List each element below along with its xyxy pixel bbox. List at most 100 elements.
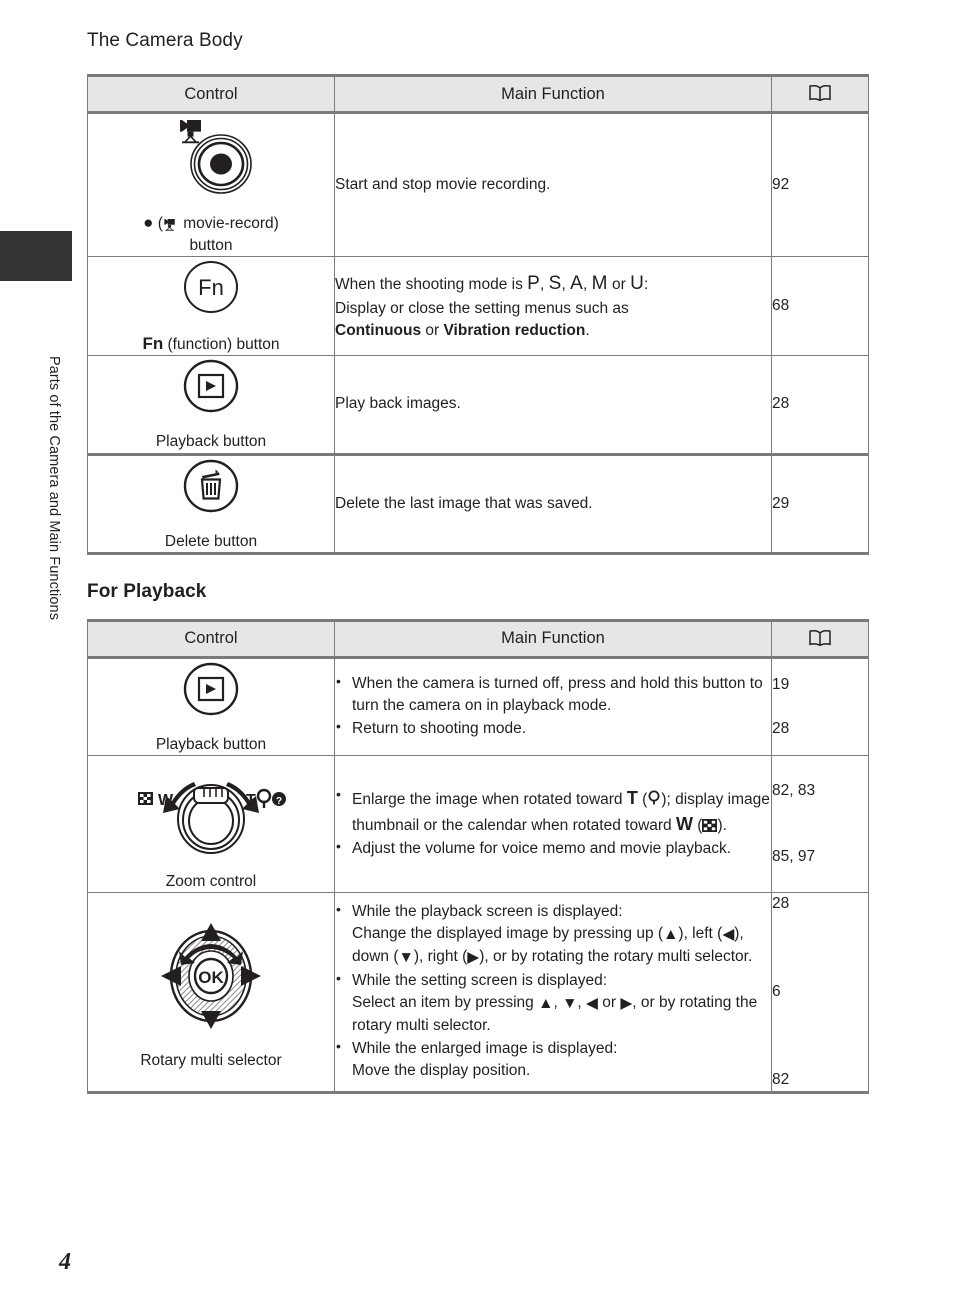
ref-spacer (772, 915, 868, 937)
rms-b1-p4: ), right ( (413, 947, 468, 965)
svg-text:T: T (246, 792, 256, 809)
reference-6: 6 (772, 982, 781, 1000)
table-row-playback-button: Playback button When the camera is turne… (87, 656, 869, 756)
playback-button-icon (177, 659, 245, 728)
table-row-movie-record: ● ( movie-record) button Start and stop … (87, 111, 869, 258)
arrow-left-glyph: ◀ (586, 994, 598, 1012)
rms-b2-p2: , (553, 993, 563, 1011)
page-content: The Camera Body Control Main Function ● … (87, 0, 869, 1094)
control-cell-fn-button: Fn Fn (function) button (87, 256, 335, 357)
mode-u: U (630, 272, 644, 294)
ref-spacer (772, 937, 868, 959)
arrow-right-glyph: ▶ (620, 994, 633, 1012)
fn-bold-vibration-reduction: Vibration reduction (443, 321, 586, 339)
reference-28: 28 (772, 894, 790, 912)
header-main-function: Main Function (334, 74, 772, 114)
rotary-multi-selector-icon: OK (155, 913, 267, 1044)
arrow-up-glyph: ▲ (538, 994, 554, 1012)
bullet-item: Enlarge the image when rotated toward T … (335, 785, 771, 837)
magnifier-icon (256, 788, 272, 808)
thumbnail-icon (702, 817, 718, 832)
function-cell-delete-button: Delete the last image that was saved. (334, 452, 772, 555)
sep2: , (561, 275, 571, 293)
reference-19: 19 (772, 675, 790, 693)
function-cell-playback-button: When the camera is turned off, press and… (334, 656, 772, 756)
zoom-label-T: T (626, 788, 638, 809)
header-reference (771, 74, 869, 114)
reference-28: 28 (772, 719, 790, 737)
table-header-row: Control Main Function (87, 618, 869, 659)
reference-cell-fn-button: 68 (771, 256, 869, 357)
magnifier-icon (647, 790, 661, 806)
chapter-side-label: Parts of the Camera and Main Functions (46, 355, 62, 621)
function-bullet-list: Enlarge the image when rotated toward T … (335, 785, 771, 860)
movie-camera-icon (163, 216, 179, 236)
fn-period: . (585, 321, 590, 339)
control-cell-zoom-control: W T ? Zoom control (87, 754, 335, 893)
reference-85-97: 85, 97 (772, 847, 816, 865)
thumbnail-icon (138, 791, 153, 805)
reference-cell-movie-record: 92 (771, 111, 869, 258)
header-main-function: Main Function (334, 618, 772, 659)
control-cell-playback-button: Playback button (87, 355, 335, 455)
svg-text:Fn: Fn (198, 275, 224, 300)
bullet-item: While the enlarged image is displayed: Mo… (335, 1037, 771, 1082)
reference-cell-rotary-multi-selector: 28 6 82 (771, 891, 869, 1094)
control-label-playback-button: Playback button (155, 735, 267, 753)
fn-mid: or (421, 321, 444, 339)
camera-body-table: Control Main Function ● (movie-record) … (87, 74, 869, 555)
mode-a: A (570, 272, 584, 294)
control-label-zoom-control: Zoom control (165, 872, 257, 890)
rms-b2-p4: or (597, 993, 621, 1011)
fn-label-rest: (function) button (163, 336, 280, 354)
header-reference (771, 618, 869, 659)
mode-p: P (527, 272, 541, 294)
fn-function-prefix: When the shooting mode is (335, 275, 528, 293)
reference-cell-playback-button: 19 28 (771, 656, 869, 756)
table-row-playback-button: Playback button Play back images. 28 (87, 355, 869, 455)
section-heading-for-playback: For Playback (87, 580, 207, 602)
rms-b2-p3: , (577, 993, 587, 1011)
zoom-b1-p2: ( (637, 791, 648, 809)
mode-m: M (591, 272, 608, 294)
rms-b3-line1: While the enlarged image is displayed: (352, 1039, 618, 1057)
fn-colon: : (644, 275, 649, 293)
reference-cell-playback-button: 28 (771, 355, 869, 455)
bullet-item: Adjust the volume for voice memo and mov… (335, 837, 771, 860)
control-label-playback-button: Playback button (155, 433, 267, 451)
book-icon (807, 629, 833, 647)
svg-text:OK: OK (198, 968, 224, 987)
zoom-label-W: W (675, 813, 693, 834)
bullet-item: While the playback screen is displayed: C… (335, 900, 771, 969)
ref-spacer (772, 696, 868, 718)
rms-b1-p1: Change the displayed image by pressing u… (352, 924, 664, 942)
function-bullet-list: When the camera is turned off, press and… (335, 672, 771, 740)
zoom-b1-p4: ( (692, 816, 703, 834)
table-row-fn-button: Fn Fn (function) button When the shootin… (87, 256, 869, 357)
fn-label-bold: Fn (142, 334, 164, 354)
ref-spacer (772, 802, 868, 824)
reference-cell-zoom-control: 82, 83 85, 97 (771, 754, 869, 893)
mode-s: S (548, 272, 562, 294)
function-cell-rotary-multi-selector: While the playback screen is displayed: C… (334, 891, 772, 1094)
control-cell-delete-button: Delete button (87, 452, 335, 555)
zoom-control-icon: W T ? (136, 756, 286, 865)
zoom-b1-p1: Enlarge the image when rotated toward (352, 791, 627, 809)
sep1: , (540, 275, 549, 293)
fn-function-line2: Display or close the setting menus such … (335, 299, 629, 317)
bullet-item: While the setting screen is displayed: Se… (335, 969, 771, 1037)
table-header-row: Control Main Function (87, 74, 869, 114)
reference-cell-delete-button: 29 (771, 452, 869, 555)
arrow-right-glyph: ▶ (467, 948, 480, 966)
reference-82-83: 82, 83 (772, 781, 816, 799)
control-label-delete-button: Delete button (164, 532, 258, 550)
zoom-b1-p5: ). (717, 816, 727, 834)
table-row-rotary-multi-selector: OK Rotary multi selector • While the pla… (87, 891, 869, 1094)
ref-spacer (772, 1003, 868, 1025)
bullet-item: Return to shooting mode. (335, 717, 771, 740)
rms-b3-p1: Move the display position. (352, 1061, 531, 1079)
header-control: Control (87, 74, 335, 114)
svg-text:W: W (158, 792, 174, 809)
ref-spacer (772, 1025, 868, 1047)
delete-button-icon (177, 456, 245, 525)
